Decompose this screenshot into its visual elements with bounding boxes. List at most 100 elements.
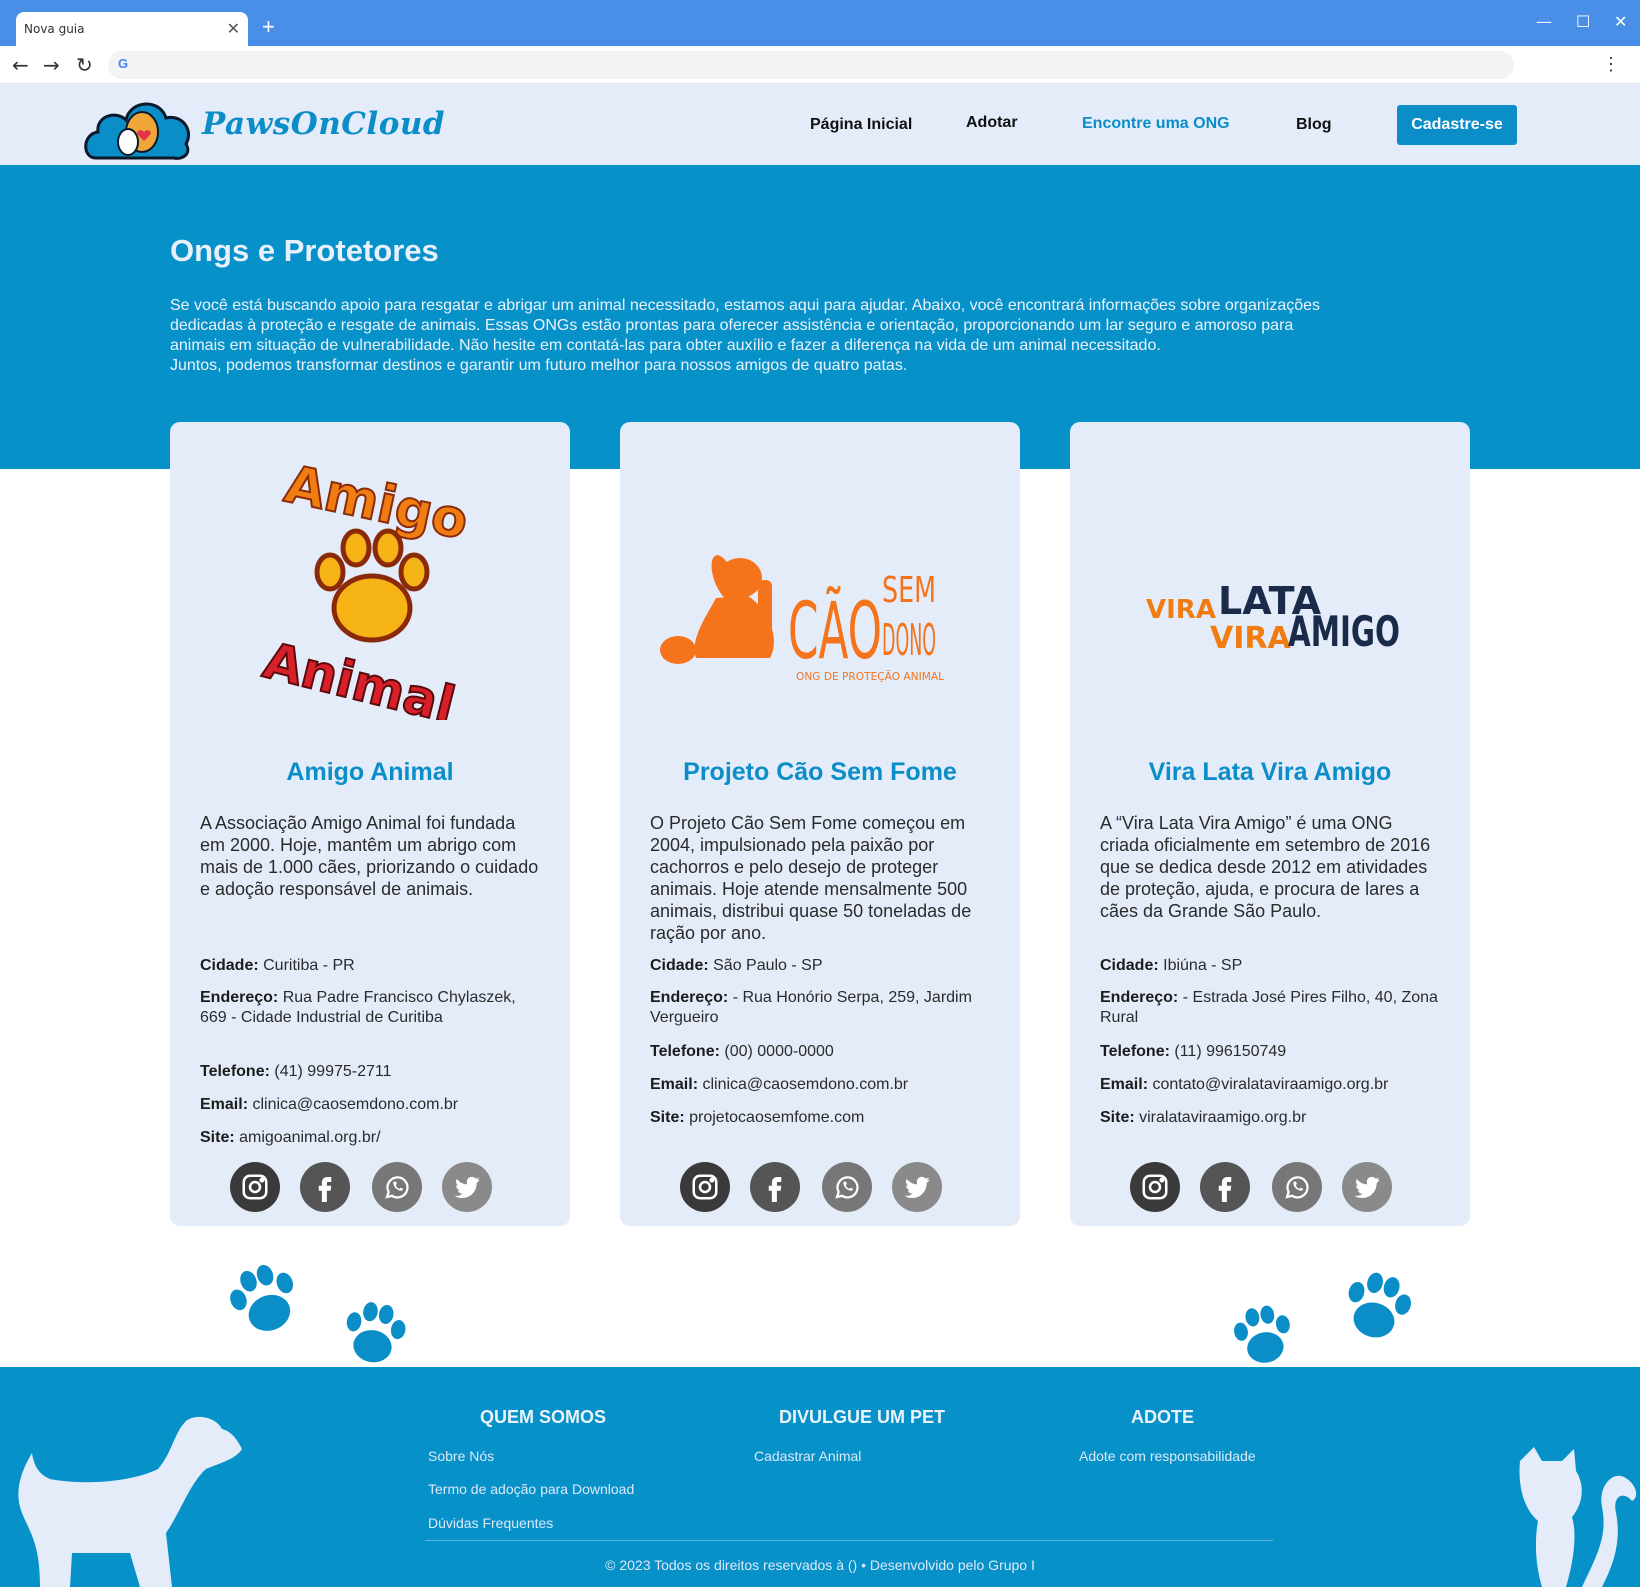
hero-intro-line: animais em situação de vulnerabilidade. …: [170, 337, 1161, 354]
tab-close-icon[interactable]: ✕: [227, 19, 240, 39]
maximize-icon[interactable]: ☐: [1576, 12, 1590, 31]
social-links: [620, 1162, 1020, 1214]
facebook-link[interactable]: [300, 1162, 350, 1212]
browser-menu-icon[interactable]: ⋮: [1602, 54, 1620, 75]
google-icon: G: [118, 56, 129, 71]
amigo-animal-logo: Amigo Animal: [257, 454, 474, 720]
twitter-icon: [1352, 1172, 1382, 1202]
instagram-icon: [690, 1172, 720, 1202]
whatsapp-link[interactable]: [822, 1162, 872, 1212]
new-tab-button[interactable]: +: [262, 14, 275, 40]
instagram-icon: [1140, 1172, 1170, 1202]
twitter-icon: [902, 1172, 932, 1202]
phone-value[interactable]: (41) 99975-2711: [270, 1063, 391, 1080]
footer-link-faq[interactable]: Dúvidas Frequentes: [428, 1515, 553, 1531]
facebook-icon: [310, 1172, 340, 1202]
paw-print-icon: [1234, 1305, 1290, 1363]
ong-phone: Telefone: (00) 0000-0000: [650, 1042, 995, 1062]
address-bar[interactable]: G: [108, 51, 1514, 79]
signup-button[interactable]: Cadastre-se: [1397, 105, 1517, 145]
city-label: Cidade:: [1100, 957, 1159, 974]
logo-word-cao: CÃO: [788, 585, 882, 677]
browser-tab[interactable]: Nova guia ✕: [16, 12, 248, 46]
footer-link-about[interactable]: Sobre Nós: [428, 1448, 494, 1464]
twitter-icon: [452, 1172, 482, 1202]
phone-label: Telefone:: [200, 1063, 270, 1080]
site-label: Site:: [200, 1129, 235, 1146]
footer-copyright: © 2023 Todos os direitos reservados à ()…: [605, 1557, 1035, 1573]
facebook-icon: [1210, 1172, 1240, 1202]
cao-sem-dono-logo: CÃO SEM DONO ONG DE PROTEÇÃO ANIMAL: [660, 555, 945, 683]
ong-card-amigo-animal: Amigo Animal Amigo Animal A Associação A…: [170, 422, 570, 1226]
city-label: Cidade:: [650, 957, 709, 974]
nav-home[interactable]: Página Inicial: [810, 116, 912, 134]
sitting-dog-icon: [660, 555, 774, 664]
minimize-icon[interactable]: —: [1536, 12, 1552, 31]
address-label: Endereço:: [200, 989, 279, 1006]
whatsapp-link[interactable]: [372, 1162, 422, 1212]
footer-link-register-animal[interactable]: Cadastrar Animal: [754, 1448, 861, 1464]
site-header: PawsOnCloud Página Inicial Adotar Encont…: [0, 84, 1640, 165]
logo-word-bottom: Animal: [258, 631, 461, 720]
facebook-link[interactable]: [750, 1162, 800, 1212]
whatsapp-link[interactable]: [1272, 1162, 1322, 1212]
nav-find-ong[interactable]: Encontre uma ONG: [1082, 115, 1230, 133]
twitter-link[interactable]: [1342, 1162, 1392, 1212]
site-label: Site:: [1100, 1109, 1135, 1126]
browser-toolbar: ← → ↻ G ⋮: [0, 46, 1640, 84]
reload-icon[interactable]: ↻: [76, 53, 93, 77]
ong-card-cao-sem-fome: CÃO SEM DONO ONG DE PROTEÇÃO ANIMAL Proj…: [620, 422, 1020, 1226]
email-label: Email:: [200, 1096, 249, 1113]
back-icon[interactable]: ←: [12, 53, 29, 77]
paw-print-icon: [1348, 1272, 1411, 1338]
nav-adopt[interactable]: Adotar: [966, 114, 1018, 132]
ong-email: Email: clinica@caosemdono.com.br: [650, 1075, 995, 1095]
twitter-link[interactable]: [892, 1162, 942, 1212]
ong-phone: Telefone: (11) 996150749: [1100, 1042, 1445, 1062]
paw-print-icon: [346, 1302, 406, 1363]
whatsapp-icon: [1282, 1172, 1312, 1202]
page-title: Ongs e Protetores: [170, 233, 439, 268]
ong-site: Site: amigoanimal.org.br/: [200, 1128, 545, 1148]
facebook-link[interactable]: [1200, 1162, 1250, 1212]
nav-blog[interactable]: Blog: [1296, 116, 1332, 134]
phone-value[interactable]: (00) 0000-0000: [720, 1043, 833, 1060]
ong-description: A “Vira Lata Vira Amigo” é uma ONG criad…: [1100, 813, 1431, 921]
window-close-icon[interactable]: ✕: [1614, 12, 1627, 31]
logo-word-sem: SEM: [882, 570, 936, 611]
ong-site: Site: projetocaosemfome.com: [650, 1108, 995, 1128]
site-logo[interactable]: PawsOnCloud: [82, 88, 445, 162]
ong-description: A Associação Amigo Animal foi fundada em…: [200, 813, 539, 899]
ong-email: Email: contato@viralataviraamigo.org.br: [1100, 1075, 1445, 1095]
city-value: São Paulo - SP: [708, 957, 823, 974]
ong-name: Amigo Animal: [286, 758, 454, 786]
phone-value[interactable]: (11) 996150749: [1170, 1043, 1286, 1060]
browser-tab-strip: Nova guia ✕ + — ☐ ✕: [0, 0, 1640, 46]
email-link[interactable]: clinica@caosemdono.com.br: [248, 1096, 458, 1113]
instagram-link[interactable]: [1130, 1162, 1180, 1212]
city-label: Cidade:: [200, 957, 259, 974]
site-link[interactable]: projetocaosemfome.com: [685, 1109, 864, 1126]
site-link[interactable]: amigoanimal.org.br/: [235, 1129, 380, 1146]
phone-label: Telefone:: [650, 1043, 720, 1060]
logo-word-vira2: VIRA: [1210, 621, 1291, 656]
ong-city: Cidade: São Paulo - SP: [650, 956, 995, 976]
ong-address: Endereço: Rua Padre Francisco Chylaszek,…: [200, 988, 545, 1028]
ong-address: Endereço: - Rua Honório Serpa, 259, Jard…: [650, 988, 995, 1028]
twitter-link[interactable]: [442, 1162, 492, 1212]
email-link[interactable]: clinica@caosemdono.com.br: [698, 1076, 908, 1093]
instagram-link[interactable]: [230, 1162, 280, 1212]
ong-city: Cidade: Curitiba - PR: [200, 956, 545, 976]
city-value: Ibiúna - SP: [1158, 957, 1243, 974]
paw-emblem-icon: [314, 528, 430, 643]
address-label: Endereço:: [650, 989, 729, 1006]
forward-icon[interactable]: →: [43, 53, 60, 77]
instagram-icon: [240, 1172, 270, 1202]
email-link[interactable]: contato@viralataviraamigo.org.br: [1148, 1076, 1388, 1093]
site-link[interactable]: viralataviraamigo.org.br: [1135, 1109, 1306, 1126]
footer-link-adoption-terms[interactable]: Termo de adoção para Download: [428, 1481, 634, 1497]
logo-word-dono: DONO: [882, 615, 936, 666]
footer-link-adopt-responsibly[interactable]: Adote com responsabilidade: [1079, 1448, 1256, 1464]
email-label: Email:: [1100, 1076, 1149, 1093]
instagram-link[interactable]: [680, 1162, 730, 1212]
